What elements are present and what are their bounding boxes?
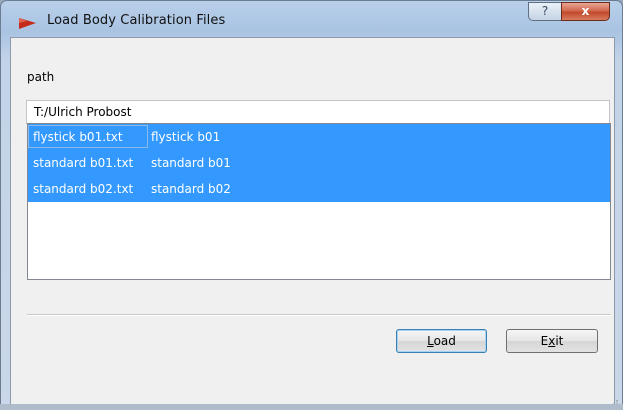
path-label: path	[27, 70, 55, 84]
button-divider	[27, 314, 611, 316]
app-icon	[19, 18, 36, 29]
close-button[interactable]: x	[561, 2, 610, 21]
help-icon: ?	[541, 4, 549, 18]
help-button[interactable]: ?	[528, 2, 562, 21]
title-bar[interactable]: Load Body Calibration Files ? x	[1, 1, 622, 37]
list-item[interactable]: standard b01.txt standard b01	[28, 150, 610, 176]
list-item[interactable]: standard b02.txt standard b02	[28, 176, 610, 202]
file-name-cell: standard b02.txt	[33, 182, 134, 196]
body-name-cell: standard b02	[151, 182, 231, 196]
path-field[interactable]: T:/Ulrich Probost	[26, 100, 610, 124]
body-name-cell: flystick b01	[151, 130, 221, 144]
close-icon: x	[581, 4, 590, 18]
file-name-cell: standard b01.txt	[33, 156, 134, 170]
window-title: Load Body Calibration Files	[47, 13, 226, 28]
load-button[interactable]: Load	[396, 329, 487, 353]
body-name-cell: standard b01	[151, 156, 231, 170]
file-name-cell: flystick b01.txt	[28, 124, 148, 150]
calibration-file-list[interactable]: flystick b01.txt flystick b01 standard b…	[27, 123, 611, 280]
list-item[interactable]: flystick b01.txt flystick b01	[28, 124, 610, 150]
window-bottom-edge	[0, 404, 623, 410]
load-button-label: Load	[427, 334, 456, 348]
exit-button[interactable]: Exit	[506, 329, 598, 353]
dialog-window: Load Body Calibration Files ? x path T:/…	[0, 0, 623, 410]
exit-button-label: Exit	[540, 334, 564, 348]
